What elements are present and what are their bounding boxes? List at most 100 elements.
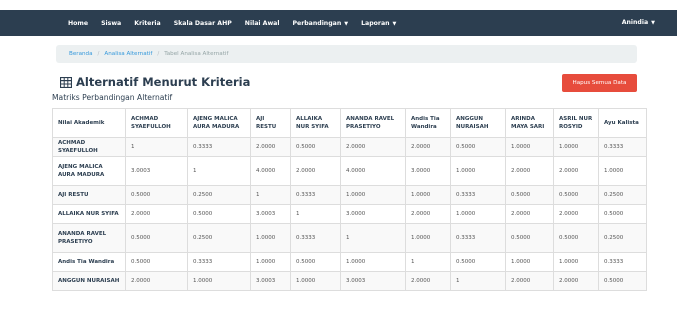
table-cell: 0.2500	[187, 223, 251, 253]
nav-item-kriteria[interactable]: Kriteria	[134, 20, 160, 27]
table-cell: 2.0000	[405, 271, 451, 291]
table-row: ANANDA RAVEL PRASETIYO 0.5000 0.2500 1.0000…	[52, 223, 647, 253]
table-cell: 1.0000	[450, 204, 506, 224]
table-cell: 2.0000	[340, 137, 406, 157]
table-cell: 2.0000	[505, 204, 554, 224]
table-cell: 0.2500	[598, 223, 647, 253]
table-cell: 2.0000	[125, 204, 188, 224]
comparison-matrix-table: Nilai Akademik ACHMAD SYAEFULLOH AJENG MAL…	[52, 108, 647, 291]
nav-item-home[interactable]: Home	[68, 20, 88, 27]
table-cell: 1	[450, 271, 506, 291]
table-row: AJI RESTU 0.5000 0.2500 1 0.3333 1.0000 1.0000…	[52, 185, 647, 205]
table-cell: 0.3333	[450, 223, 506, 253]
column-header: ANGGUN NURAISAH	[450, 108, 506, 138]
row-header: AJENG MALICA AURA MADURA	[52, 156, 126, 186]
user-menu[interactable]: Anindia ▼	[622, 10, 655, 36]
table-cell: 0.5000	[187, 204, 251, 224]
table-cell: 0.3333	[187, 252, 251, 272]
column-header: ASRIL NUR ROSYID	[553, 108, 599, 138]
column-header: Andis Tia Wandira	[405, 108, 451, 138]
delete-all-button[interactable]: Hapus Semua Data	[562, 74, 637, 92]
table-cell: 2.0000	[553, 156, 599, 186]
table-cell: 1	[290, 204, 341, 224]
table-cell: 2.0000	[505, 271, 554, 291]
row-header: AJI RESTU	[52, 185, 126, 205]
table-cell: 1.0000	[553, 137, 599, 157]
table-cell: 0.5000	[450, 252, 506, 272]
table-cell: 0.5000	[450, 137, 506, 157]
column-header: AJI RESTU	[250, 108, 291, 138]
breadcrumb-current: Tabel Analisa Alternatif	[164, 51, 229, 57]
table-cell: 1.0000	[340, 252, 406, 272]
column-header: AJENG MALICA AURA MADURA	[187, 108, 251, 138]
table-cell: 1	[187, 156, 251, 186]
table-cell: 0.5000	[553, 185, 599, 205]
table-row: ALLAIKA NUR SYIFA 2.0000 0.5000 3.0003 1 3.00…	[52, 204, 647, 224]
nav-item-label: Home	[68, 19, 89, 27]
table-cell: 1.0000	[505, 137, 554, 157]
table-cell: 0.5000	[290, 137, 341, 157]
nav-item-label: Laporan	[361, 19, 390, 27]
table-cell: 4.0000	[340, 156, 406, 186]
breadcrumb-beranda[interactable]: Beranda	[69, 51, 93, 57]
table-cell: 3.0003	[250, 204, 291, 224]
table-cell: 0.3333	[290, 223, 341, 253]
table-cell: 0.5000	[125, 223, 188, 253]
table-cell: 0.5000	[125, 252, 188, 272]
nav-item-label: Siswa	[101, 19, 122, 27]
breadcrumb-analisa-alternatif[interactable]: Analisa Alternatif	[104, 51, 152, 57]
table-cell: 3.0000	[340, 204, 406, 224]
table-cell: 1	[125, 137, 188, 157]
table-cell: 3.0003	[250, 271, 291, 291]
table-cell: 2.0000	[250, 137, 291, 157]
column-header: ARINDA MAYA SARI	[505, 108, 554, 138]
table-row: AJENG MALICA AURA MADURA 3.0003 1 4.0000 2.0…	[52, 156, 647, 186]
page-title-text: Alternatif Menurut Kriteria	[76, 75, 251, 89]
table-cell: 1.0000	[505, 252, 554, 272]
table-cell: 0.2500	[187, 185, 251, 205]
table-cell: 0.5000	[505, 185, 554, 205]
table-corner-header: Nilai Akademik	[52, 108, 126, 138]
nav-item-nilai-awal[interactable]: Nilai Awal	[245, 20, 280, 27]
nav-item-skala-dasar-ahp[interactable]: Skala Dasar AHP	[174, 20, 232, 27]
table-cell: 1.0000	[450, 156, 506, 186]
nav-item-label: Perbandingan	[292, 19, 342, 27]
table-cell: 2.0000	[553, 204, 599, 224]
table-cell: 1	[405, 252, 451, 272]
nav-item-siswa[interactable]: Siswa	[101, 20, 121, 27]
table-cell: 0.5000	[598, 271, 647, 291]
table-cell: 0.3333	[598, 252, 647, 272]
table-body: ACHMAD SYAEFULLOH 1 0.3333 2.0000 0.5000 2.00…	[52, 137, 647, 291]
nav-item-perbandingan[interactable]: Perbandingan ▼	[292, 20, 348, 27]
page-subtitle: Matriks Perbandingan Alternatif	[52, 93, 173, 102]
table-icon	[60, 76, 72, 88]
user-name: Anindia	[621, 19, 649, 26]
row-header: Andis Tia Wandira	[52, 252, 126, 272]
table-cell: 0.3333	[598, 137, 647, 157]
row-header: ACHMAD SYAEFULLOH	[52, 137, 126, 157]
table-cell: 0.5000	[553, 223, 599, 253]
row-header: ANANDA RAVEL PRASETIYO	[52, 223, 126, 253]
table-cell: 1.0000	[405, 223, 451, 253]
table-cell: 1.0000	[290, 271, 341, 291]
caret-down-icon: ▼	[651, 20, 655, 26]
table-cell: 2.0000	[125, 271, 188, 291]
row-header: ANGGUN NURAISAH	[52, 271, 126, 291]
table-cell: 3.0003	[340, 271, 406, 291]
table-cell: 1.0000	[187, 271, 251, 291]
table-cell: 0.5000	[290, 252, 341, 272]
nav-item-laporan[interactable]: Laporan ▼	[361, 20, 396, 27]
table-cell: 0.3333	[187, 137, 251, 157]
navbar: Home Siswa Kriteria Skala Dasar AHP Nilai Aw…	[0, 10, 677, 36]
column-header: Ayu Kalista	[598, 108, 647, 138]
nav-menu: Home Siswa Kriteria Skala Dasar AHP Nilai Aw…	[68, 10, 409, 36]
caret-down-icon: ▼	[344, 20, 349, 27]
nav-item-label: Skala Dasar AHP	[173, 19, 232, 27]
page-title: Alternatif Menurut Kriteria	[60, 74, 250, 90]
breadcrumb: Beranda / Analisa Alternatif / Tabel Ana…	[56, 45, 637, 63]
table-cell: 1.0000	[250, 223, 291, 253]
table-row: ACHMAD SYAEFULLOH 1 0.3333 2.0000 0.5000 2.00…	[52, 137, 647, 157]
table-cell: 1.0000	[405, 185, 451, 205]
table-cell: 0.3333	[450, 185, 506, 205]
table-row: ANGGUN NURAISAH 2.0000 1.0000 3.0003 1.0000 3…	[52, 271, 647, 291]
